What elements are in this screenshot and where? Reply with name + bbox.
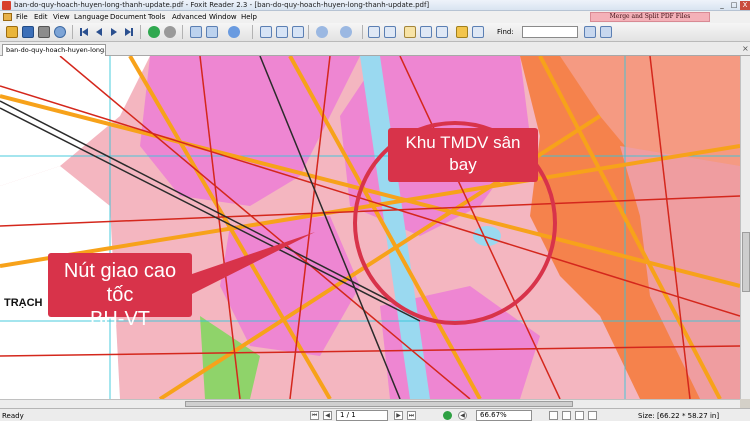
vertical-scrollbar[interactable] (740, 56, 750, 399)
menu-view[interactable]: View (53, 13, 70, 21)
rotate-right-icon[interactable] (206, 26, 218, 38)
merge-split-banner[interactable]: Merge and Split PDF Files (590, 12, 710, 22)
continuous-mode-icon[interactable] (562, 411, 571, 420)
single-page-mode-icon[interactable] (549, 411, 558, 420)
pdf-app-icon (2, 1, 11, 10)
facing-mode-icon[interactable] (575, 411, 584, 420)
status-ready: Ready (2, 412, 24, 420)
continuous-icon[interactable] (384, 26, 396, 38)
snapshot-icon[interactable] (472, 26, 484, 38)
interchange-callout: Nút giao cao tốc BH-VT (48, 253, 192, 330)
find-next-icon[interactable] (600, 26, 612, 38)
typewriter-icon[interactable] (456, 26, 468, 38)
map-place-label: TRẠCH (4, 297, 43, 309)
prev-page-icon[interactable] (93, 26, 105, 38)
status-bar: Ready ⏮ ◀ 1 / 1 ▶ ⏭ ◀ 66.67% Size: [66.2… (0, 408, 750, 421)
toolbar-separator (362, 25, 363, 39)
stop-icon[interactable] (164, 26, 176, 38)
horizontal-scroll-thumb[interactable] (185, 401, 573, 407)
zoom-level-field[interactable]: 66.67% (476, 410, 532, 421)
save-icon[interactable] (22, 26, 34, 38)
page-size-text: Size: [66.22 * 58.27 in] (638, 412, 720, 420)
find-input[interactable] (522, 26, 578, 38)
continuous-facing-mode-icon[interactable] (588, 411, 597, 420)
menu-edit[interactable]: Edit (34, 13, 48, 21)
last-page-icon[interactable] (123, 26, 135, 38)
toolbar-separator (72, 25, 73, 39)
first-page-button[interactable]: ⏮ (310, 411, 319, 420)
document-tab-strip: ban-do-quy-hoach-huyen-long... × (0, 42, 750, 56)
maximize-button[interactable]: □ (729, 1, 739, 10)
go-forward-icon[interactable] (148, 26, 160, 38)
window-title: ban-do-quy-hoach-huyen-long-thanh-update… (14, 1, 430, 9)
toolbar-separator (308, 25, 309, 39)
document-menu-icon[interactable] (3, 13, 12, 21)
last-page-button[interactable]: ⏭ (407, 411, 416, 420)
interchange-callout-line2: BH-VT (90, 308, 150, 330)
menu-tools[interactable]: Tools (148, 13, 165, 21)
prev-page-button[interactable]: ◀ (323, 411, 332, 420)
fit-page-icon[interactable] (260, 26, 272, 38)
zoom-plus-icon[interactable] (340, 26, 352, 38)
airport-callout-line1: Khu TMDV sân (405, 133, 521, 152)
toolbar-separator (252, 25, 253, 39)
fit-width-icon[interactable] (276, 26, 288, 38)
zoom-in-icon[interactable] (228, 26, 240, 38)
first-page-icon[interactable] (78, 26, 90, 38)
single-page-icon[interactable] (368, 26, 380, 38)
toolbar-separator (140, 25, 141, 39)
go-back-icon[interactable]: ◀ (458, 411, 467, 420)
menu-window[interactable]: Window (209, 13, 237, 21)
toolbar-separator (182, 25, 183, 39)
vertical-scroll-thumb[interactable] (742, 232, 750, 292)
pdf-page-view[interactable]: TRẠCH Nút giao cao tốc BH-VT Khu TMDV sâ… (0, 56, 740, 399)
airport-callout-line2: bay (449, 155, 477, 174)
menu-document[interactable]: Document (110, 13, 146, 21)
hand-tool-icon[interactable] (404, 26, 416, 38)
search-icon[interactable] (54, 26, 66, 38)
menu-advanced[interactable]: Advanced (172, 13, 207, 21)
page-number-field[interactable]: 1 / 1 (336, 410, 388, 421)
airport-callout: Khu TMDV sân bay (388, 128, 538, 182)
menu-language[interactable]: Language (74, 13, 109, 21)
interchange-callout-line1: Nút giao cao tốc (63, 260, 177, 306)
toolbar: Find: (0, 23, 750, 42)
select-text-icon[interactable] (436, 26, 448, 38)
print-icon[interactable] (38, 26, 50, 38)
tab-close-button[interactable]: × (742, 44, 749, 53)
close-button[interactable]: X (740, 1, 750, 10)
next-page-button[interactable]: ▶ (394, 411, 403, 420)
minimize-button[interactable]: _ (717, 1, 727, 10)
find-label: Find: (497, 28, 514, 36)
tab-document[interactable]: ban-do-quy-hoach-huyen-long... (2, 44, 106, 56)
horizontal-scrollbar[interactable] (0, 399, 740, 408)
binoculars-icon[interactable] (420, 26, 432, 38)
next-page-icon[interactable] (108, 26, 120, 38)
actual-size-icon[interactable] (292, 26, 304, 38)
planning-map (0, 56, 740, 399)
go-forward-icon[interactable] (443, 411, 452, 420)
rotate-left-icon[interactable] (190, 26, 202, 38)
menu-file[interactable]: File (16, 13, 28, 21)
open-icon[interactable] (6, 26, 18, 38)
menu-help[interactable]: Help (241, 13, 257, 21)
title-bar: ban-do-quy-hoach-huyen-long-thanh-update… (0, 0, 750, 11)
find-prev-icon[interactable] (584, 26, 596, 38)
zoom-out-icon[interactable] (316, 26, 328, 38)
